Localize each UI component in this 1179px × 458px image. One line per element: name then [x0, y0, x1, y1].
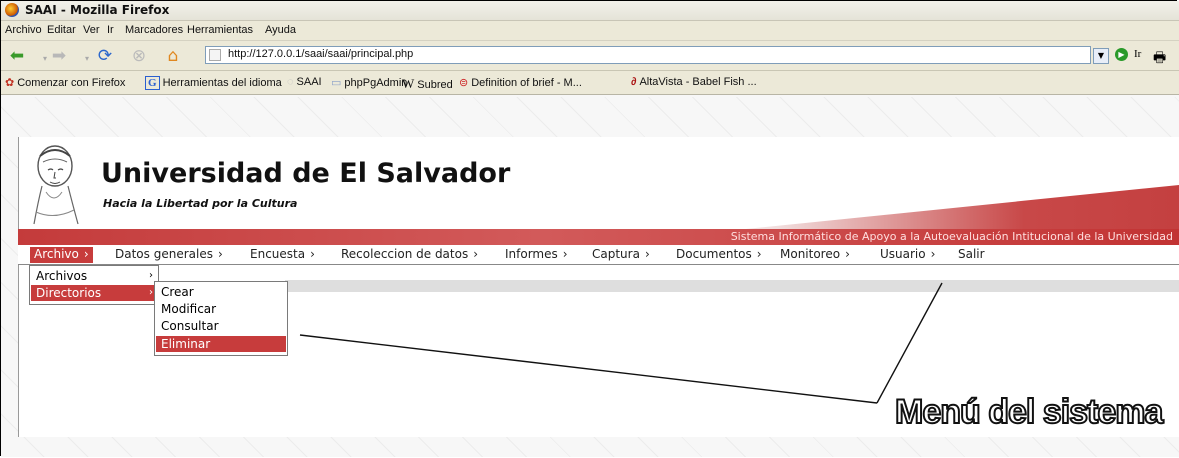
- annotation-lines: [299, 282, 943, 404]
- annotation-label: Menú del sistema: [894, 392, 1164, 432]
